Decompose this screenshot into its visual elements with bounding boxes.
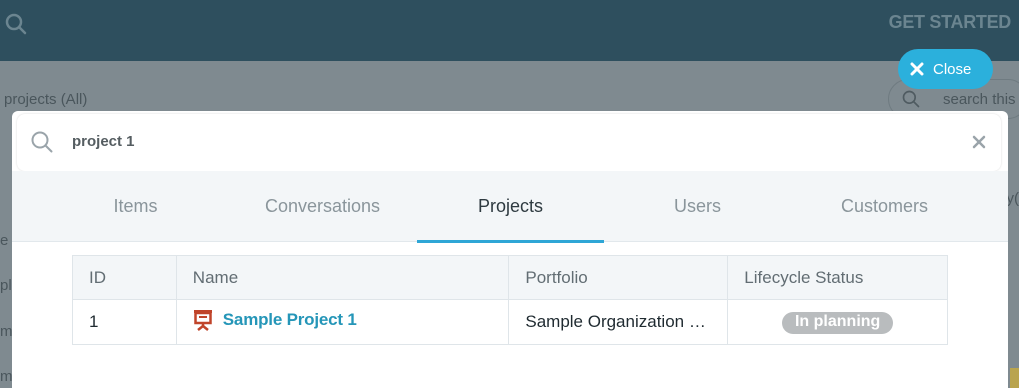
column-header-portfolio: Portfolio — [508, 255, 729, 300]
search-placeholder: search this — [943, 91, 1016, 108]
background-highlight — [1010, 368, 1019, 388]
background-text-fragment: y( — [1006, 190, 1019, 207]
table-header-row: ID Name Portfolio Lifecycle Status — [72, 255, 948, 300]
tab-items[interactable]: Items — [42, 171, 229, 242]
search-query-text[interactable]: project 1 — [72, 133, 135, 150]
app-header: GET STARTED — [0, 0, 1019, 61]
column-header-lifecycle-status: Lifecycle Status — [727, 255, 948, 300]
search-category-tabs: Items Conversations Projects Users Custo… — [12, 171, 1008, 243]
project-portfolio: Sample Organization … — [508, 299, 729, 345]
tab-conversations[interactable]: Conversations — [229, 171, 416, 242]
column-header-id: ID — [72, 255, 177, 300]
column-header-name: Name — [175, 255, 510, 300]
project-name: Sample Project 1 — [222, 309, 357, 329]
project-name-cell: Sample Project 1 — [175, 299, 510, 345]
search-icon — [902, 90, 920, 108]
lifecycle-status-cell: In planning — [727, 299, 948, 345]
search-modal: project 1 Items Conversations Projects U… — [12, 111, 1008, 388]
get-started-link[interactable]: GET STARTED — [889, 12, 1012, 33]
tab-projects[interactable]: Projects — [417, 171, 604, 243]
table-row[interactable]: 1 Sample Project 1 Sample Organization …… — [72, 299, 948, 345]
results-table: ID Name Portfolio Lifecycle Status 1 Sam… — [72, 255, 948, 345]
project-link[interactable]: Sample Project 1 — [193, 309, 357, 331]
tab-customers[interactable]: Customers — [791, 171, 978, 242]
project-presentation-icon — [193, 309, 212, 331]
close-button-label: Close — [933, 60, 972, 78]
search-icon — [31, 131, 53, 153]
tab-users[interactable]: Users — [604, 171, 791, 242]
status-badge: In planning — [781, 311, 894, 334]
projects-filter-label: projects (All) — [4, 91, 88, 108]
close-button[interactable]: Close — [898, 49, 993, 89]
search-input[interactable]: project 1 — [17, 114, 1001, 171]
close-icon — [910, 62, 924, 76]
search-icon[interactable] — [4, 12, 28, 36]
clear-icon[interactable] — [971, 134, 987, 150]
project-id: 1 — [72, 299, 177, 345]
